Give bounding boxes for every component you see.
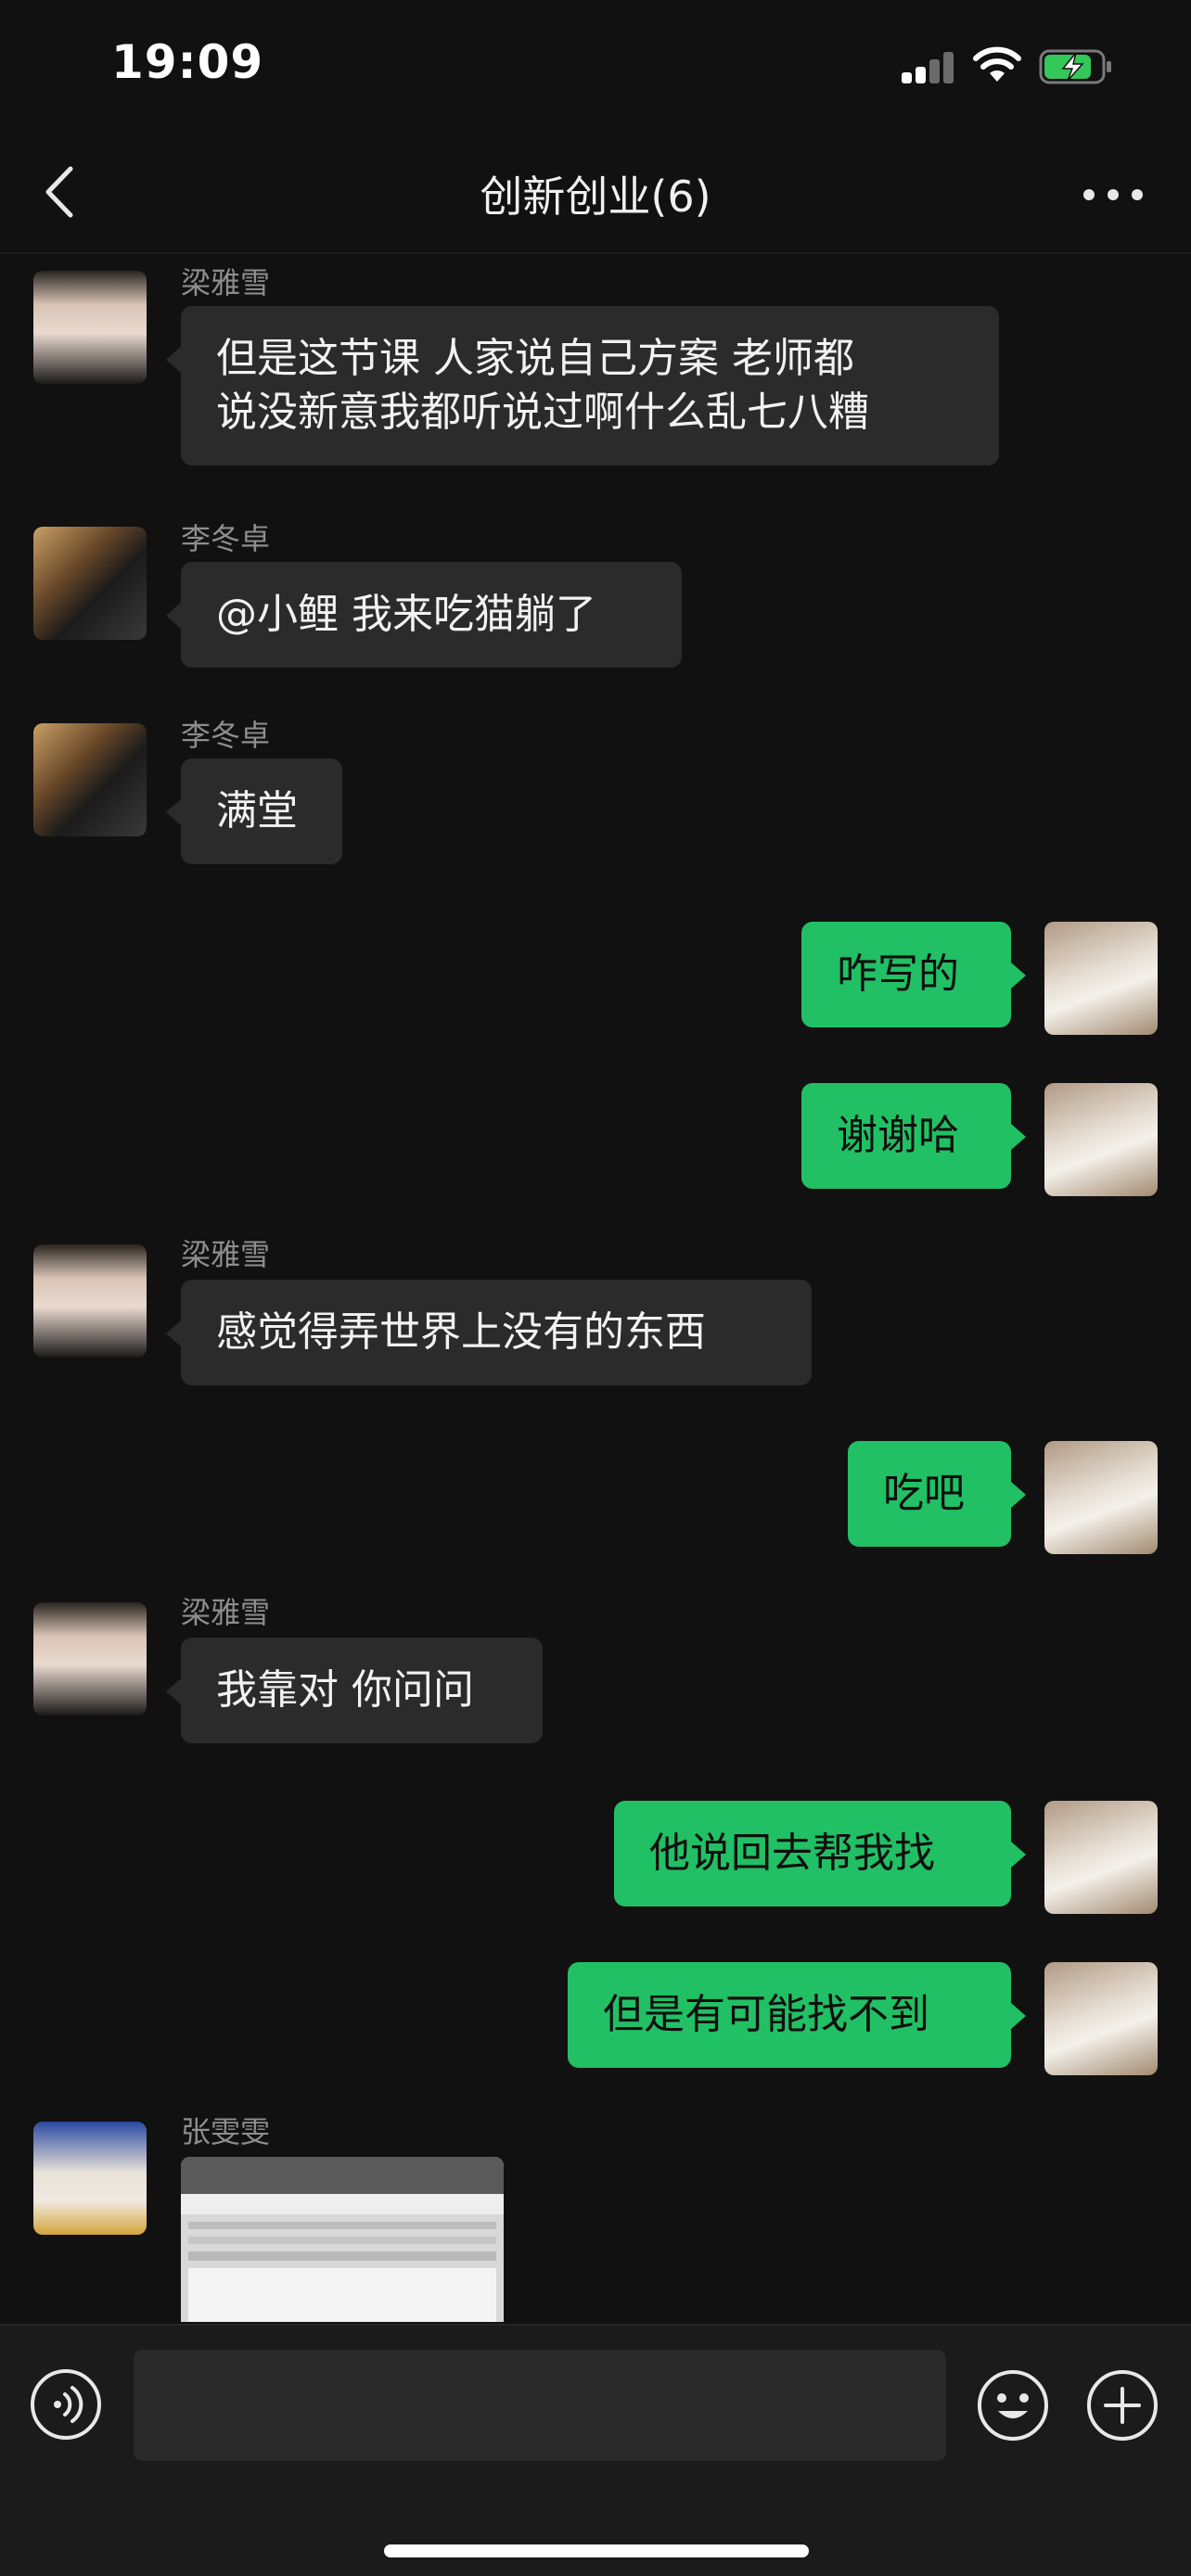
- message-bubble[interactable]: 我靠对 你问问: [166, 1638, 543, 1743]
- avatar-lidongzhuo[interactable]: [33, 527, 147, 640]
- chat-title: 创新创业(6): [480, 172, 711, 222]
- message-input[interactable]: [134, 2350, 946, 2461]
- chat-screen: 19:09 创新创业(6) 梁雅雪 但是这节课 人家说自己方案 老师都 说没新意…: [0, 0, 1191, 2576]
- sender-name: 梁雅雪: [181, 1595, 271, 1630]
- cellular-signal-icon: [902, 50, 954, 83]
- sender-name: 李冬卓: [181, 521, 271, 556]
- sender-name: 梁雅雪: [181, 1237, 271, 1272]
- message-list[interactable]: 梁雅雪 但是这节课 人家说自己方案 老师都 说没新意我都听说过啊什么乱七八糟 李…: [0, 254, 1191, 2322]
- image-message[interactable]: [181, 2157, 504, 2322]
- message-bubble[interactable]: @小鲤 我来吃猫躺了: [166, 562, 682, 668]
- wifi-icon: [973, 46, 1021, 82]
- sender-name: 李冬卓: [181, 718, 271, 753]
- status-time: 19:09: [111, 35, 264, 89]
- avatar-self[interactable]: [1044, 1962, 1158, 2075]
- message-bubble[interactable]: 吃吧: [848, 1441, 1026, 1547]
- chat-header: 创新创业(6): [0, 139, 1191, 254]
- document-screenshot-image: [181, 2157, 504, 2322]
- message-bubble[interactable]: 谢谢哈: [801, 1083, 1026, 1189]
- avatar-lianyaxue[interactable]: [33, 1602, 147, 1715]
- sender-name: 梁雅雪: [181, 265, 271, 300]
- sender-name: 张雯雯: [181, 2114, 271, 2149]
- message-bubble[interactable]: 咋写的: [801, 922, 1026, 1027]
- avatar-self[interactable]: [1044, 1441, 1158, 1554]
- more-options-icon[interactable]: [1083, 184, 1143, 202]
- message-bubble[interactable]: 但是这节课 人家说自己方案 老师都 说没新意我都听说过啊什么乱七八糟: [166, 306, 999, 465]
- status-bar: 19:09: [0, 0, 1191, 139]
- emoji-icon[interactable]: [976, 2368, 1050, 2442]
- battery-charging-icon: [1039, 49, 1111, 84]
- avatar-self[interactable]: [1044, 1801, 1158, 1914]
- avatar-self[interactable]: [1044, 1083, 1158, 1196]
- avatar-lianyaxue[interactable]: [33, 271, 147, 384]
- avatar-self[interactable]: [1044, 922, 1158, 1035]
- message-bubble[interactable]: 满堂: [166, 759, 342, 864]
- avatar-lidongzhuo[interactable]: [33, 723, 147, 836]
- input-bar: [0, 2324, 1191, 2576]
- voice-input-icon[interactable]: [30, 2368, 102, 2441]
- message-bubble[interactable]: 他说回去帮我找: [614, 1801, 1026, 1906]
- plus-icon[interactable]: [1085, 2368, 1159, 2442]
- home-indicator: [384, 2544, 809, 2557]
- message-bubble[interactable]: 感觉得弄世界上没有的东西: [166, 1280, 812, 1385]
- avatar-zhangwenwen[interactable]: [33, 2122, 147, 2235]
- avatar-lianyaxue[interactable]: [33, 1244, 147, 1358]
- message-bubble[interactable]: 但是有可能找不到: [568, 1962, 1026, 2068]
